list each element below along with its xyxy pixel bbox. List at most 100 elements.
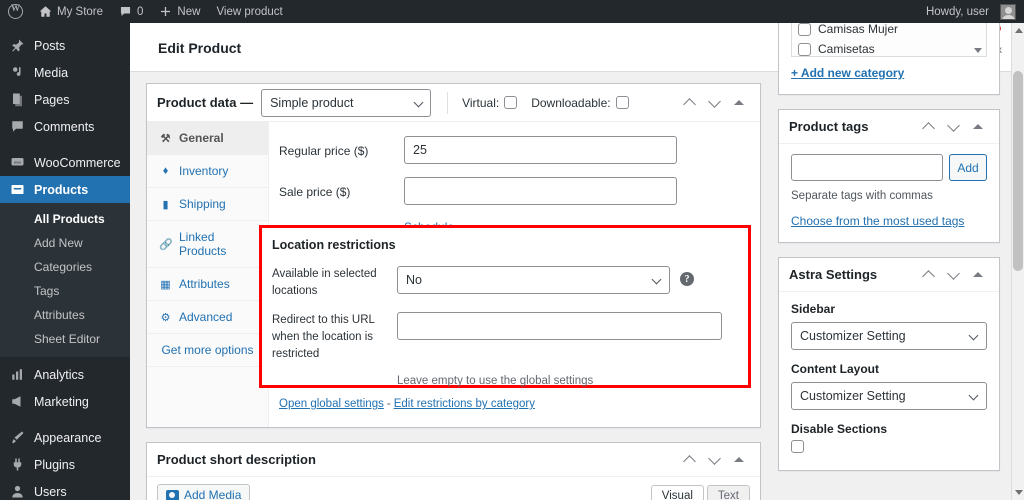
- virtual-checkbox-row[interactable]: Virtual:: [462, 96, 518, 110]
- sidebar-item-marketing[interactable]: Marketing: [0, 388, 130, 415]
- move-down-button[interactable]: [942, 116, 964, 138]
- sidebar-label: Users: [34, 484, 67, 499]
- tab-label: Advanced: [179, 310, 233, 324]
- category-checkbox[interactable]: [798, 42, 811, 56]
- sidebar-item-posts[interactable]: Posts: [0, 32, 130, 59]
- post-body-column: Product data — Simple product Virtual: D…: [146, 83, 761, 500]
- truck-icon: ▮: [162, 198, 169, 211]
- toggle-panel-button[interactable]: [728, 449, 750, 471]
- sidebar-label: Marketing: [34, 394, 89, 409]
- submenu-item-categories[interactable]: Categories: [0, 255, 130, 279]
- sidebar-item-pages[interactable]: Pages: [0, 86, 130, 113]
- tag-hint: Separate tags with commas: [791, 190, 933, 202]
- product-tags-body: Add Separate tags with commas Choose fro…: [779, 144, 999, 242]
- tab-shipping[interactable]: ▮ Shipping: [147, 188, 268, 221]
- toggle-panel-button[interactable]: [967, 116, 989, 138]
- adminbar-site-name[interactable]: My Store: [31, 0, 111, 23]
- submenu-item-tags[interactable]: Tags: [0, 279, 130, 303]
- downloadable-checkbox-row[interactable]: Downloadable:: [531, 96, 629, 110]
- submenu-item-add-new[interactable]: Add New: [0, 231, 130, 255]
- tab-visual[interactable]: Visual: [650, 484, 704, 500]
- move-up-button[interactable]: [917, 116, 939, 138]
- virtual-checkbox[interactable]: [504, 96, 518, 109]
- scrollbar-thumb[interactable]: [1013, 71, 1023, 271]
- tag-input[interactable]: [791, 154, 943, 181]
- astra-disable-section-checkbox[interactable]: [791, 440, 804, 453]
- sidebar-item-woocommerce[interactable]: woo WooCommerce: [0, 149, 130, 176]
- sidebar-item-appearance[interactable]: Appearance: [0, 424, 130, 451]
- submenu-item-all-products[interactable]: All Products: [0, 207, 130, 231]
- admin-sidebar-menu: Posts Media Pages Comments woo WooCommer…: [0, 23, 130, 500]
- adminbar-wp-logo[interactable]: [0, 0, 31, 23]
- content-columns: Product data — Simple product Virtual: D…: [130, 23, 1024, 500]
- help-question-icon[interactable]: ?: [680, 272, 694, 286]
- toggle-panel-icon: [973, 272, 983, 277]
- toggle-panel-icon: [734, 457, 744, 462]
- submenu-item-attributes[interactable]: Attributes: [0, 303, 130, 327]
- category-item[interactable]: Camisas Mujer: [798, 23, 980, 39]
- regular-price-input[interactable]: 25: [404, 136, 677, 164]
- tab-label: Inventory: [179, 164, 229, 178]
- sidebar-item-comments[interactable]: Comments: [0, 113, 130, 140]
- adminbar-account[interactable]: Howdy, user: [918, 0, 1024, 23]
- adminbar-view-product[interactable]: View product: [208, 0, 290, 23]
- sale-price-input[interactable]: [404, 177, 677, 205]
- sidebar-item-products[interactable]: Products: [0, 176, 130, 203]
- toggle-panel-button[interactable]: [728, 92, 750, 114]
- tab-attributes[interactable]: ▦ Attributes: [147, 268, 268, 301]
- move-down-button[interactable]: [703, 449, 725, 471]
- submenu-item-sheet-editor[interactable]: Sheet Editor: [0, 327, 130, 351]
- sidebar-item-plugins[interactable]: Plugins: [0, 451, 130, 478]
- page-scrollbar[interactable]: [1011, 23, 1024, 500]
- adminbar-new-content[interactable]: New: [151, 0, 208, 23]
- tab-general[interactable]: ⚒ General: [147, 122, 268, 155]
- move-down-button[interactable]: [703, 92, 725, 114]
- category-checkbox[interactable]: [798, 23, 811, 36]
- links-separator: -: [386, 398, 391, 410]
- edit-restrictions-by-category-link[interactable]: Edit restrictions by category: [394, 398, 535, 410]
- scroll-down-arrow-icon[interactable]: [974, 48, 982, 53]
- add-tag-button[interactable]: Add: [949, 154, 987, 181]
- location-restrictions-section: Location restrictions Available in selec…: [259, 225, 751, 388]
- howdy-label: Howdy, user: [925, 5, 989, 18]
- astra-sidebar-select[interactable]: Customizer Setting: [791, 322, 987, 350]
- sidebar-label: Appearance: [34, 430, 102, 445]
- add-new-category-link[interactable]: + Add new category: [791, 66, 904, 80]
- move-up-button[interactable]: [678, 92, 700, 114]
- tab-linked-products[interactable]: 🔗 Linked Products: [147, 221, 268, 268]
- adminbar-howdy[interactable]: Howdy, user: [918, 0, 1024, 23]
- most-used-tags-link[interactable]: Choose from the most used tags: [791, 214, 964, 228]
- redirect-url-input[interactable]: [397, 312, 722, 340]
- tab-text[interactable]: Text: [706, 484, 750, 500]
- scrollbar-up-arrow-icon[interactable]: [1015, 28, 1023, 33]
- product-type-select[interactable]: Simple product: [261, 88, 432, 117]
- tab-advanced[interactable]: ⚙ Advanced: [147, 301, 268, 334]
- adminbar-comments[interactable]: 0: [111, 0, 151, 23]
- astra-sidebar-value: Customizer Setting: [800, 329, 906, 343]
- sidebar-item-analytics[interactable]: Analytics: [0, 361, 130, 388]
- open-global-settings-link[interactable]: Open global settings: [279, 398, 384, 410]
- plus-icon: [161, 6, 171, 17]
- scrollbar-down-arrow-icon[interactable]: [1015, 490, 1023, 495]
- move-up-button[interactable]: [678, 449, 700, 471]
- astra-settings-panel: Astra Settings Sidebar Customizer Settin…: [778, 257, 1000, 471]
- category-checkbox-list[interactable]: Camisas Mujer Camisetas: [791, 23, 987, 57]
- astra-settings-header: Astra Settings: [779, 258, 999, 292]
- move-down-button[interactable]: [942, 264, 964, 286]
- sidebar-item-users[interactable]: Users: [0, 478, 130, 500]
- downloadable-checkbox[interactable]: [615, 96, 629, 109]
- add-media-button[interactable]: Add Media: [157, 484, 251, 500]
- toggle-panel-button[interactable]: [967, 264, 989, 286]
- tab-get-more-options[interactable]: Get more options: [147, 334, 268, 367]
- category-item[interactable]: Camisetas: [798, 39, 980, 56]
- sale-price-label: Sale price ($): [279, 185, 351, 199]
- tab-inventory[interactable]: ♦ Inventory: [147, 155, 268, 188]
- move-up-button[interactable]: [917, 264, 939, 286]
- astra-content-layout-select[interactable]: Customizer Setting: [791, 382, 987, 410]
- wordpress-logo-icon: [8, 3, 23, 19]
- available-locations-select[interactable]: No: [397, 266, 670, 294]
- chevron-up-icon: [921, 269, 935, 283]
- tab-label: Shipping: [179, 197, 226, 211]
- pages-icon: [9, 91, 26, 108]
- sidebar-item-media[interactable]: Media: [0, 59, 130, 86]
